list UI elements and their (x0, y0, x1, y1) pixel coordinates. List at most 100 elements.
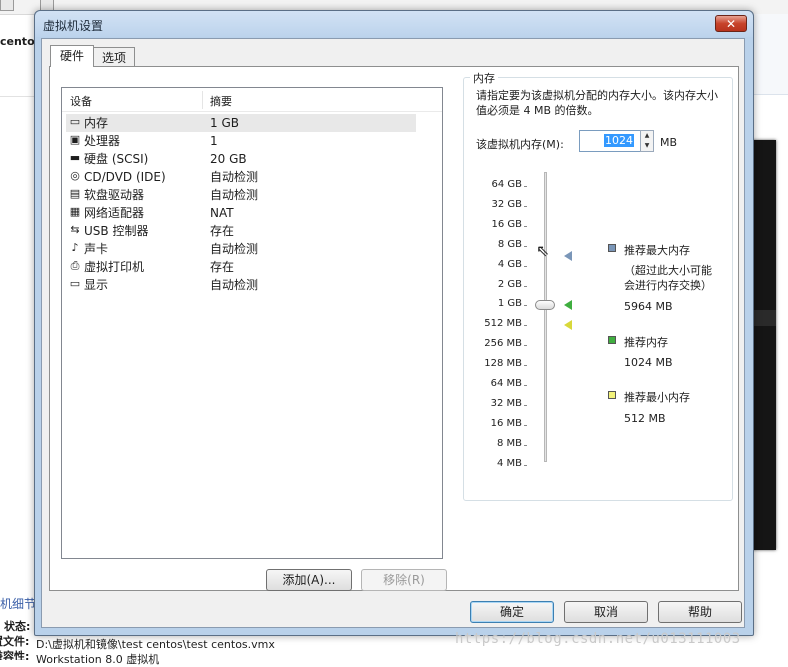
device-row[interactable]: ⎙ 虚拟打印机 存在 (66, 258, 416, 276)
device-summary: 1 (210, 134, 218, 148)
scale-tick (524, 285, 527, 287)
device-name: 处理器 (84, 134, 121, 148)
device-row[interactable]: ▦ 网络适配器 NAT (66, 204, 416, 222)
scale-tick (524, 205, 527, 207)
memory-spinner[interactable]: ▲ ▼ (640, 130, 654, 152)
device-row[interactable]: ◎ CD/DVD (IDE) 自动检测 (66, 168, 416, 186)
device-summary: 20 GB (210, 152, 247, 166)
scale-tick (524, 325, 527, 327)
floppy-icon: ▤ (69, 187, 81, 200)
add-device-button[interactable]: 添加(A)... (266, 569, 352, 591)
device-summary: 存在 (210, 224, 235, 238)
device-row[interactable]: ▣ 处理器 1 (66, 132, 416, 150)
recommended-min-value: 512 MB (624, 412, 666, 425)
recommended-max-note-1: （超过此大小可能 (624, 264, 712, 277)
scale-label: 128 MB (484, 358, 522, 370)
memory-group-title: 内存 (470, 70, 498, 86)
device-summary: 自动检测 (210, 188, 259, 202)
recommended-value: 1024 MB (624, 356, 673, 369)
device-name: CD/DVD (IDE) (84, 170, 166, 184)
cd-dvd-icon: ◎ (70, 169, 80, 182)
scale-tick (524, 265, 527, 267)
scale-label: 4 MB (496, 457, 522, 469)
details-title: 机细节 (0, 597, 37, 611)
scale-tick (524, 464, 527, 466)
scale-tick (524, 424, 527, 426)
scale-tick (524, 444, 527, 446)
scale-label: 8 GB (497, 238, 522, 250)
device-summary: 自动检测 (210, 278, 259, 292)
compat-value: Workstation 8.0 虚拟机 (36, 653, 160, 666)
recommended-max-value: 5964 MB (624, 300, 673, 313)
scale-tick (524, 365, 527, 367)
tab-options[interactable]: 选项 (93, 47, 135, 67)
scale-label: 64 MB (490, 378, 522, 389)
cancel-button[interactable]: 取消 (564, 601, 648, 623)
watermark: https://blog.csdn.net/u013111003 (455, 631, 741, 647)
background-toolbar-icon (0, 0, 14, 11)
device-row[interactable]: ⇆ USB 控制器 存在 (66, 222, 416, 240)
device-row[interactable]: ▤ 软盘驱动器 自动检测 (66, 186, 416, 204)
device-row[interactable]: ▬ 硬盘 (SCSI) 20 GB (66, 150, 416, 168)
dialog-body: 硬件 选项 设备 摘要 ▭ 内存 1 GB ▣ 处理器 1 ▬ 硬盘 (SCSI) 20 GB ◎… (41, 38, 745, 628)
device-row[interactable]: ▭ 内存 1 GB (66, 114, 416, 132)
spin-up-icon[interactable]: ▲ (641, 131, 653, 141)
scale-label: 8 MB (496, 437, 522, 449)
remove-device-button[interactable]: 移除(R) (361, 569, 447, 591)
scale-label: 16 MB (490, 417, 522, 429)
vm-settings-dialog: 虚拟机设置 ✕ 硬件 选项 设备 摘要 ▭ 内存 1 GB ▣ 处理器 1 ▬ 硬盘 (SCS… (34, 10, 754, 636)
marker-min-icon (564, 320, 572, 331)
memory-input-value: 1024 (604, 134, 634, 147)
memory-unit: MB (660, 136, 678, 149)
recommended-min-label: 推荐最小内存 (624, 391, 690, 404)
device-name: 硬盘 (SCSI) (84, 152, 149, 166)
recommended-swatch (608, 336, 616, 344)
device-summary: 自动检测 (210, 170, 259, 184)
device-list[interactable]: 设备 摘要 ▭ 内存 1 GB ▣ 处理器 1 ▬ 硬盘 (SCSI) 20 GB ◎ CD/DVD… (61, 87, 443, 559)
column-header-summary: 摘要 (210, 95, 232, 108)
scale-label: 32 GB (491, 198, 522, 210)
scale-label: 512 MB (484, 318, 522, 330)
memory-input[interactable]: 1024 (579, 130, 641, 152)
scale-label: 4 GB (497, 258, 522, 270)
memory-slider-thumb[interactable] (535, 300, 555, 311)
device-summary: 1 GB (210, 116, 239, 130)
dialog-titlebar[interactable]: 虚拟机设置 ✕ (35, 11, 753, 37)
device-summary: 自动检测 (210, 242, 259, 256)
ok-button[interactable]: 确定 (470, 601, 554, 623)
config-file-label: 置文件: (0, 635, 30, 648)
close-button[interactable]: ✕ (715, 15, 747, 32)
device-name: 声卡 (84, 242, 109, 256)
device-name: 虚拟打印机 (84, 260, 145, 274)
device-name: 内存 (84, 116, 109, 130)
config-file-value: D:\虚拟机和镜像\test centos\test centos.vmx (36, 638, 275, 651)
device-name: 显示 (84, 278, 109, 292)
device-summary: 存在 (210, 260, 235, 274)
scale-label: 256 MB (484, 338, 522, 350)
device-row[interactable]: ♪ 声卡 自动检测 (66, 240, 416, 258)
recommended-max-note-2: 会进行内存交换） (624, 279, 712, 292)
hard-disk-icon: ▬ (69, 151, 81, 164)
recommended-max-label: 推荐最大内存 (624, 244, 690, 257)
scale-label: 1 GB (497, 298, 522, 310)
scale-tick (524, 186, 527, 187)
memory-icon: ▭ (69, 115, 81, 128)
column-header-device: 设备 (70, 95, 92, 108)
spin-down-icon[interactable]: ▼ (641, 141, 653, 151)
hardware-tab-panel: 设备 摘要 ▭ 内存 1 GB ▣ 处理器 1 ▬ 硬盘 (SCSI) 20 GB ◎ CD/DVD… (49, 66, 739, 591)
device-row[interactable]: ▭ 显示 自动检测 (66, 276, 416, 294)
scale-tick (524, 225, 527, 227)
device-name: USB 控制器 (84, 224, 149, 238)
tab-hardware[interactable]: 硬件 (50, 45, 94, 67)
printer-icon: ⎙ (70, 259, 80, 272)
device-name: 网络适配器 (84, 206, 145, 220)
recommended-min-swatch (608, 391, 616, 399)
marker-max-icon (564, 250, 572, 261)
status-label: 状态: (4, 620, 31, 633)
scale-tick (524, 404, 527, 406)
scale-tick (524, 305, 527, 307)
memory-slider-track[interactable] (544, 172, 547, 462)
header-separator (62, 111, 442, 112)
recommended-max-swatch (608, 244, 616, 252)
help-button[interactable]: 帮助 (658, 601, 742, 623)
